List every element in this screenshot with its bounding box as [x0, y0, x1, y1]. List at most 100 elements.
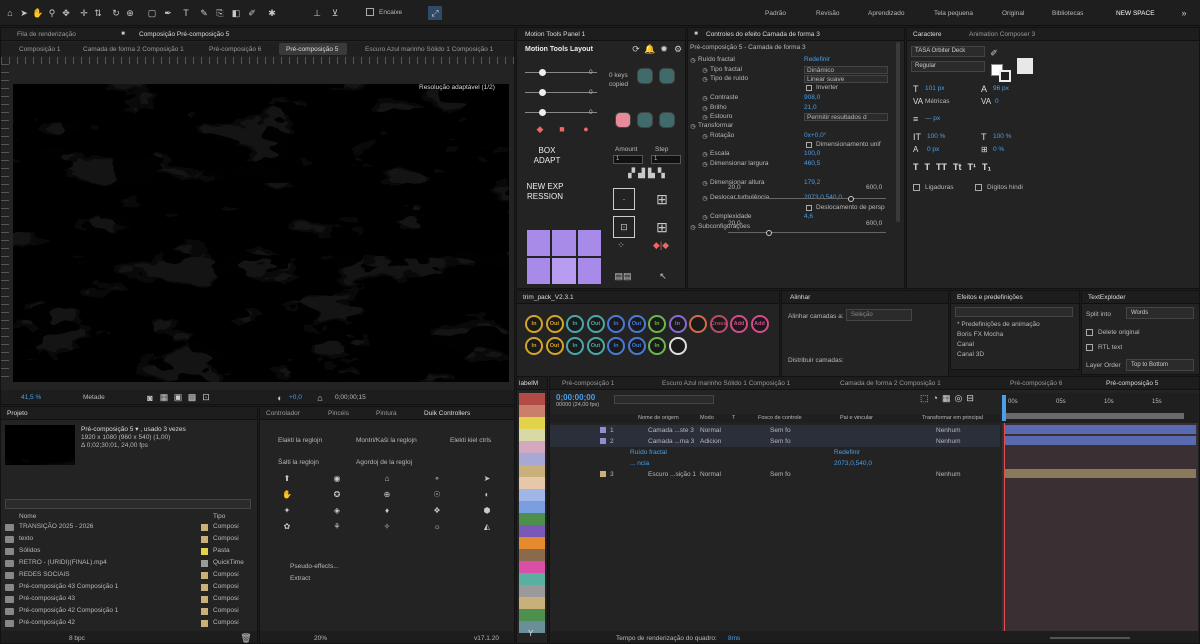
distribute-grid-icon[interactable]: ⊞	[651, 216, 673, 238]
controller-shape-icon[interactable]: ⬆	[282, 473, 292, 483]
timeline-comp-tab[interactable]: Escuro Azul marinho Sólido 1 Composição …	[662, 380, 790, 387]
stopwatch-icon[interactable]	[701, 141, 709, 149]
brush-tool-icon[interactable]: ✎	[198, 7, 210, 19]
height-slider[interactable]	[728, 230, 886, 236]
tab-character[interactable]: Caractere	[913, 31, 942, 38]
controller-shape-icon[interactable]: ♦	[382, 505, 392, 515]
layer-track-matte[interactable]: Sem fo	[770, 471, 791, 478]
align-box-icon[interactable]: ⊡	[613, 216, 635, 238]
tab-effects-presets[interactable]: Efeitos e predefinições	[957, 294, 1023, 301]
workspace-tab[interactable]: Padrão	[765, 10, 786, 17]
rules-settings-button[interactable]: Agordoj de la regloj	[356, 459, 412, 466]
label-swatch[interactable]	[201, 560, 208, 567]
workspace-tab[interactable]: Bibliotecas	[1052, 10, 1083, 17]
trim-preset-button[interactable]: Out	[586, 337, 605, 355]
tab-motion-tools[interactable]: Motion Tools Panel 1	[525, 31, 585, 38]
sparkle-icon[interactable]: ⁘	[613, 238, 629, 252]
controller-shape-icon[interactable]: ◈	[332, 505, 342, 515]
trim-preset-button[interactable]	[689, 315, 707, 333]
puppet-tool-icon[interactable]: ✱	[266, 7, 278, 19]
label-swatch[interactable]	[201, 596, 208, 603]
trim-preset-button[interactable]: Out	[586, 315, 605, 333]
controller-shape-icon[interactable]: ⚬	[432, 473, 442, 483]
region-icon[interactable]: ⊡	[201, 392, 211, 402]
label-footer-icon[interactable]: Y	[528, 629, 533, 638]
hscale-value[interactable]: 100 %	[993, 133, 1011, 140]
label-color-swatch[interactable]	[519, 513, 545, 525]
select-tool-icon[interactable]: ➤	[18, 7, 30, 19]
controller-shape-icon[interactable]: ☼	[432, 521, 442, 531]
tab-pintura[interactable]: Pintura	[376, 410, 397, 417]
motion-blur-icon[interactable]: ◎	[954, 393, 962, 407]
col-track-matte[interactable]: Fosco de controle	[758, 415, 802, 421]
layer-row[interactable]: 1 Camada ...ste 3 Normal Sem fo Nenhum	[550, 425, 1000, 436]
toggle-rules-button[interactable]: Montri/Kaŝi la reglojn	[356, 437, 417, 444]
workspace-tab[interactable]: Tela pequena	[934, 10, 973, 17]
superscript-button[interactable]: T¹	[968, 162, 977, 174]
split-into-select[interactable]: Words	[1126, 307, 1194, 319]
effect-property-value[interactable]: 4,6	[804, 213, 813, 220]
label-color-swatch[interactable]	[519, 405, 545, 417]
slider-row[interactable]	[525, 68, 597, 78]
width-slider[interactable]	[728, 196, 886, 202]
grid-four-icon[interactable]: ⊞	[651, 188, 673, 210]
label-color-swatch[interactable]	[519, 417, 545, 429]
layer-mode[interactable]: Normal	[700, 471, 721, 478]
stopwatch-icon[interactable]: ◷	[689, 56, 697, 64]
controller-shape-icon[interactable]: ⚘	[332, 521, 342, 531]
shy-icon[interactable]: ◔	[933, 393, 938, 407]
label-color-swatch[interactable]	[519, 501, 545, 513]
kerning-value[interactable]: Métricas	[925, 98, 950, 105]
effect-checkbox[interactable]	[806, 85, 812, 91]
effect-checkbox[interactable]	[806, 205, 812, 211]
stopwatch-icon[interactable]: ◷	[701, 150, 709, 158]
effect-property-value[interactable]: 179,2	[804, 179, 820, 186]
stopwatch-icon[interactable]: ◷	[701, 94, 709, 102]
effect-property-value[interactable]: 908,0	[804, 94, 820, 101]
extract-button[interactable]: Extract	[290, 575, 310, 582]
project-item-name[interactable]: Sólidos	[19, 547, 40, 554]
label-color-swatch[interactable]	[519, 573, 545, 585]
label-color-swatch[interactable]	[519, 453, 545, 465]
rectangle-tool-icon[interactable]: ▢	[146, 7, 158, 19]
timeline-comp-tab[interactable]: Pré-composição 5	[1106, 380, 1158, 387]
select-ctrls-button[interactable]: Elekti kiel ctrls	[450, 437, 491, 444]
trim-preset-button[interactable]	[668, 337, 687, 355]
timeline-timecode[interactable]: 0;00:00;00	[556, 393, 595, 402]
label-color-swatch[interactable]	[519, 489, 545, 501]
graph-editor-icon[interactable]: ⊟	[966, 393, 974, 407]
label-color-swatch[interactable]	[519, 609, 545, 621]
axis-icon[interactable]: ⊥	[310, 7, 324, 19]
layer-row[interactable]: Ruído fractal Redefinir	[550, 447, 1000, 458]
keyframe-button[interactable]	[637, 112, 653, 128]
small-caps-button[interactable]: Tt	[953, 162, 962, 174]
diamond-red-icon[interactable]: ◆	[535, 124, 545, 134]
label-color-swatch[interactable]	[519, 429, 545, 441]
box-adapt-button[interactable]: BOX ADAPT	[527, 146, 567, 166]
baseline-value[interactable]: 0 px	[927, 146, 939, 153]
label-color-swatch[interactable]	[519, 525, 545, 537]
stopwatch-icon[interactable]: ◷	[689, 223, 697, 231]
controller-shape-icon[interactable]: ✿	[282, 521, 292, 531]
controller-shape-icon[interactable]: ◐	[482, 489, 492, 499]
frame-blend-icon[interactable]: ▦	[942, 393, 951, 407]
tab-animation-composer[interactable]: Animation Composer 3	[969, 31, 1035, 38]
tab-label-manager[interactable]: labelM	[519, 380, 538, 387]
label-color-swatch[interactable]	[519, 537, 545, 549]
anchor-grid-icon[interactable]: ·	[613, 188, 635, 210]
stopwatch-icon[interactable]: ◷	[689, 122, 697, 130]
tracking-value[interactable]: 0	[995, 98, 999, 105]
preset-item[interactable]: Canal 3D	[957, 351, 984, 358]
tab-controlador[interactable]: Controlador	[266, 410, 300, 417]
label-swatch[interactable]	[201, 584, 208, 591]
camera-icon[interactable]: ◙	[145, 393, 155, 403]
home-icon[interactable]: ⌂	[4, 7, 16, 19]
tab-duik-controllers[interactable]: Duik Controllers	[424, 410, 470, 417]
bell-icon[interactable]: 🔔	[644, 44, 655, 54]
composition-canvas[interactable]	[13, 84, 509, 382]
text-tool-icon[interactable]: T	[180, 7, 192, 19]
effects-search-input[interactable]	[955, 307, 1073, 317]
col-type[interactable]: Tipo	[213, 513, 225, 520]
pan-tool-icon[interactable]: ✛	[78, 7, 90, 19]
project-item-name[interactable]: TRANSIÇÃO 2025 - 2026	[19, 523, 93, 530]
